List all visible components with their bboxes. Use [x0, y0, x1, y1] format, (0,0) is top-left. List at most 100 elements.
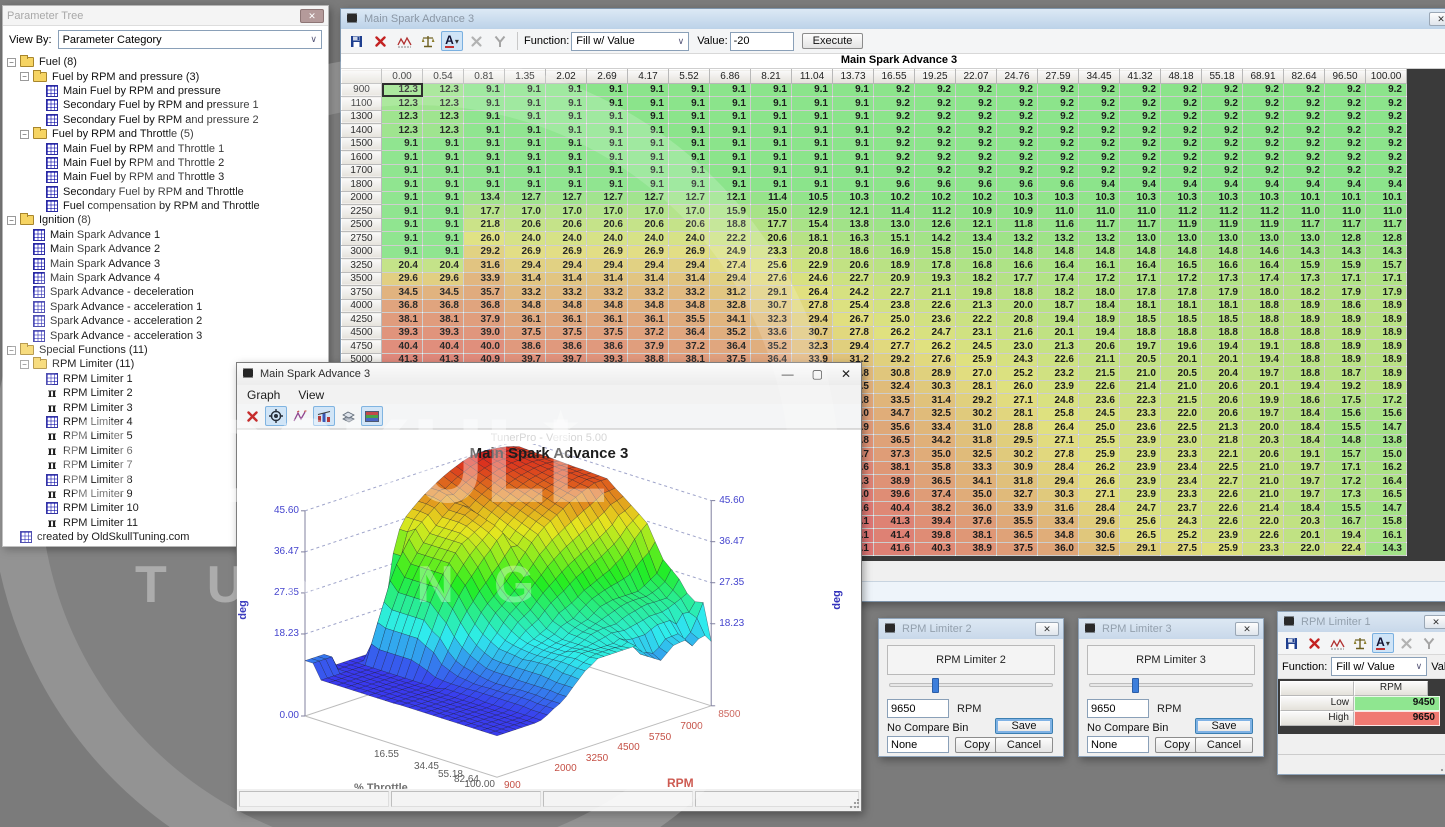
- cell[interactable]: 35.7: [464, 286, 505, 300]
- cell[interactable]: 21.0: [1120, 367, 1161, 381]
- cell[interactable]: 9.1: [751, 178, 792, 192]
- compare-bin-input[interactable]: [1087, 736, 1149, 753]
- cell[interactable]: 14.8: [1120, 245, 1161, 259]
- cell[interactable]: 9.1: [587, 164, 628, 178]
- cell[interactable]: 20.8: [792, 245, 833, 259]
- cell[interactable]: 17.1: [1325, 272, 1366, 286]
- cell[interactable]: 37.3: [874, 448, 915, 462]
- cell[interactable]: 16.3: [833, 232, 874, 246]
- cell[interactable]: 16.1: [1366, 529, 1407, 543]
- cell[interactable]: 12.1: [710, 191, 751, 205]
- view-by-select[interactable]: Parameter Category ∨: [58, 30, 322, 49]
- cell[interactable]: 12.3: [423, 83, 464, 97]
- cell[interactable]: 9.2: [1202, 137, 1243, 151]
- cell[interactable]: 13.0: [1243, 232, 1284, 246]
- cell[interactable]: 41.6: [874, 542, 915, 556]
- col-header[interactable]: 8.21: [751, 70, 792, 84]
- cell[interactable]: 18.7: [1038, 299, 1079, 313]
- cell[interactable]: 9.2: [1161, 137, 1202, 151]
- cell[interactable]: 9.1: [423, 205, 464, 219]
- cell[interactable]: 9.1: [382, 191, 423, 205]
- tree-item[interactable]: Main Spark Advance 1: [7, 228, 328, 242]
- cell[interactable]: 11.0: [1038, 205, 1079, 219]
- cell[interactable]: 9.4: [1079, 178, 1120, 192]
- cell[interactable]: 32.3: [751, 313, 792, 327]
- cell[interactable]: 28.1: [956, 380, 997, 394]
- cell[interactable]: 24.9: [710, 245, 751, 259]
- cell[interactable]: 26.9: [505, 245, 546, 259]
- cell[interactable]: 23.6: [1079, 394, 1120, 408]
- cell[interactable]: 13.2: [1079, 232, 1120, 246]
- execute-button[interactable]: Execute: [802, 33, 864, 49]
- cell[interactable]: 9.2: [1079, 164, 1120, 178]
- cell[interactable]: 26.9: [546, 245, 587, 259]
- cell[interactable]: 9.2: [1284, 151, 1325, 165]
- cell[interactable]: 38.9: [956, 542, 997, 556]
- cell[interactable]: 22.0: [1161, 407, 1202, 421]
- cell[interactable]: 9.6: [915, 178, 956, 192]
- cell[interactable]: 24.0: [505, 232, 546, 246]
- cell[interactable]: 11.2: [915, 205, 956, 219]
- cell[interactable]: 20.1: [1161, 353, 1202, 367]
- cell[interactable]: 24.7: [915, 326, 956, 340]
- cell[interactable]: 27.0: [956, 367, 997, 381]
- cell[interactable]: 22.2: [710, 232, 751, 246]
- cell[interactable]: 9.1: [423, 164, 464, 178]
- cell[interactable]: 12.7: [505, 191, 546, 205]
- row-header[interactable]: 2500: [342, 218, 382, 232]
- cell[interactable]: 22.6: [915, 299, 956, 313]
- delete-icon[interactable]: [369, 31, 391, 51]
- cell[interactable]: 28.4: [1079, 502, 1120, 516]
- cell[interactable]: 12.7: [546, 191, 587, 205]
- cell[interactable]: 23.3: [1161, 448, 1202, 462]
- cell[interactable]: 24.0: [669, 232, 710, 246]
- cell[interactable]: 14.3: [1366, 542, 1407, 556]
- cell[interactable]: 9.6: [997, 178, 1038, 192]
- cell[interactable]: 25.6: [751, 259, 792, 273]
- cell[interactable]: 9.1: [464, 137, 505, 151]
- cell[interactable]: 27.6: [915, 353, 956, 367]
- cell[interactable]: 9.2: [915, 83, 956, 97]
- cell[interactable]: 24.3: [997, 353, 1038, 367]
- cell[interactable]: 9.1: [751, 110, 792, 124]
- cell[interactable]: 21.0: [1243, 461, 1284, 475]
- cell[interactable]: 9.2: [874, 124, 915, 138]
- cell[interactable]: 9.2: [915, 97, 956, 111]
- cell[interactable]: 31.4: [587, 272, 628, 286]
- cell[interactable]: 9.1: [833, 97, 874, 111]
- cell[interactable]: 22.2: [956, 313, 997, 327]
- cell[interactable]: 9.1: [792, 110, 833, 124]
- tree-item[interactable]: −Fuel by RPM and Throttle (5): [7, 127, 328, 141]
- cell[interactable]: 34.8: [505, 299, 546, 313]
- cell[interactable]: 20.6: [546, 218, 587, 232]
- cell[interactable]: 21.3: [956, 299, 997, 313]
- row-header[interactable]: 3750: [342, 286, 382, 300]
- cell[interactable]: 11.8: [997, 218, 1038, 232]
- cell[interactable]: 9.2: [1079, 151, 1120, 165]
- cell[interactable]: 26.2: [874, 326, 915, 340]
- cell[interactable]: 9.2: [1161, 124, 1202, 138]
- cell[interactable]: 26.4: [1038, 421, 1079, 435]
- cell[interactable]: 9.2: [997, 164, 1038, 178]
- cell[interactable]: 31.2: [710, 286, 751, 300]
- cell[interactable]: 18.8: [1284, 326, 1325, 340]
- maximize-icon[interactable]: ▢: [812, 367, 823, 381]
- cell[interactable]: 9.2: [997, 83, 1038, 97]
- cell[interactable]: 9.2: [1202, 110, 1243, 124]
- cell[interactable]: 19.4: [1038, 313, 1079, 327]
- cell[interactable]: 20.6: [1202, 407, 1243, 421]
- limiter3-slider[interactable]: [1089, 683, 1253, 687]
- cell[interactable]: 36.1: [505, 313, 546, 327]
- close-trace-icon[interactable]: [241, 406, 263, 426]
- cell[interactable]: 12.3: [423, 97, 464, 111]
- cell[interactable]: 36.0: [1038, 542, 1079, 556]
- cell[interactable]: 16.6: [997, 259, 1038, 273]
- cell[interactable]: 18.9: [1366, 380, 1407, 394]
- cell[interactable]: 40.0: [464, 340, 505, 354]
- cell[interactable]: 27.7: [874, 340, 915, 354]
- cell[interactable]: 9.1: [505, 83, 546, 97]
- cell[interactable]: 38.1: [382, 313, 423, 327]
- cell[interactable]: 9.2: [1366, 97, 1407, 111]
- cell[interactable]: 10.3: [833, 191, 874, 205]
- cell[interactable]: 9.6: [1038, 178, 1079, 192]
